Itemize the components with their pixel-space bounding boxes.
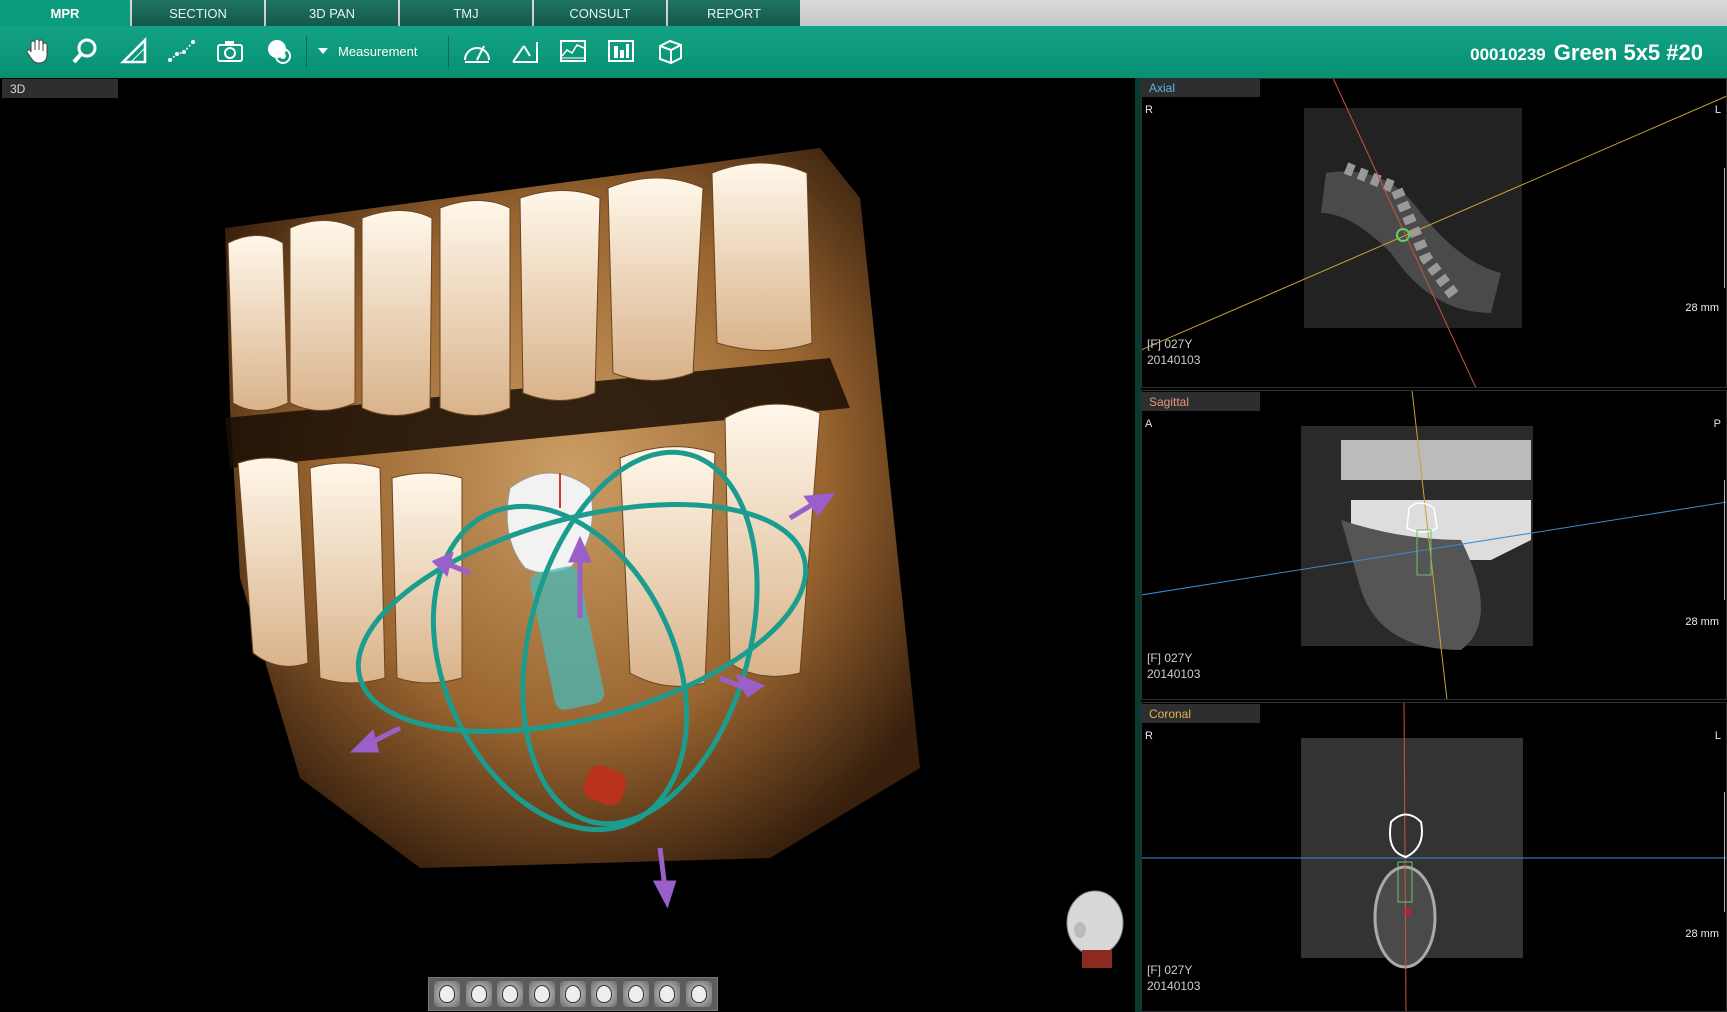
angle-ruler-icon[interactable] — [117, 34, 151, 68]
coronal-scale: 28 mm — [1685, 928, 1719, 940]
tab-consult[interactable]: CONSULT — [534, 0, 666, 26]
view-left-icon[interactable] — [465, 981, 492, 1007]
tab-report[interactable]: REPORT — [668, 0, 800, 26]
coronal-patient-age: [F] 027Y — [1147, 963, 1193, 977]
view-3d[interactable]: 3D — [0, 78, 1135, 1012]
view-bottom-icon[interactable] — [622, 981, 649, 1007]
toolbar-separator — [448, 36, 449, 68]
coronal-study-date: 20140103 — [1147, 979, 1201, 993]
measurement-label: Measurement — [338, 43, 418, 59]
toolbar: Measurement 00010239 Green 5x5 #20 — [0, 26, 1727, 78]
coronal-ruler — [1718, 792, 1725, 912]
patient-info: 00010239 Green 5x5 #20 — [1470, 40, 1703, 66]
tab-mpr[interactable]: MPR — [0, 0, 130, 26]
patient-name: Green 5x5 #20 — [1553, 40, 1703, 65]
sagittal-study-date: 20140103 — [1147, 667, 1201, 681]
measurement-dropdown[interactable]: Measurement — [318, 41, 417, 61]
tab-3d-pan[interactable]: 3D PAN — [266, 0, 398, 26]
axial-study-date: 20140103 — [1147, 353, 1201, 367]
view-left-oblique-icon[interactable] — [528, 981, 555, 1007]
patient-id: 00010239 — [1470, 45, 1546, 64]
axial-info: [F] 027Y 20140103 — [1147, 336, 1200, 368]
chevron-down-icon — [318, 48, 328, 54]
tab-tmj[interactable]: TMJ — [400, 0, 532, 26]
axial-view[interactable]: Axial R L 28 mm [F] 027Y 20140103 — [1141, 78, 1727, 388]
view-back-icon[interactable] — [654, 981, 681, 1007]
zoom-magnifier-icon[interactable] — [68, 34, 102, 68]
3d-render[interactable] — [0, 78, 1135, 1012]
sagittal-image[interactable] — [1141, 390, 1727, 700]
histogram-window-icon[interactable] — [604, 34, 638, 68]
polyline-measure-icon[interactable] — [165, 34, 199, 68]
axial-patient-age: [F] 027Y — [1147, 337, 1193, 351]
tab-section[interactable]: SECTION — [132, 0, 264, 26]
sagittal-view[interactable]: Sagittal A P 28 mm [F] 027Y 20140103 — [1141, 390, 1727, 700]
sagittal-info: [F] 027Y 20140103 — [1147, 650, 1200, 682]
axial-ruler — [1718, 168, 1725, 288]
axial-image[interactable] — [1141, 78, 1727, 388]
view-top-icon[interactable] — [591, 981, 618, 1007]
view-right-icon[interactable] — [497, 981, 524, 1007]
coronal-image[interactable] — [1141, 702, 1727, 1012]
pan-hand-icon[interactable] — [20, 34, 54, 68]
sagittal-scale: 28 mm — [1685, 616, 1719, 628]
sagittal-ruler — [1718, 480, 1725, 600]
toolbar-separator — [306, 36, 307, 68]
coronal-view[interactable]: Coronal R L 28 mm [F] 027Y 20140103 — [1141, 702, 1727, 1012]
coronal-info: [F] 027Y 20140103 — [1147, 962, 1200, 994]
view-orientation-bar — [428, 977, 718, 1011]
density-gauge-icon[interactable] — [460, 34, 494, 68]
view-front-icon[interactable] — [434, 981, 461, 1007]
sagittal-patient-age: [F] 027Y — [1147, 651, 1193, 665]
profile-chart-icon[interactable] — [556, 34, 590, 68]
reset-view-icon[interactable] — [262, 34, 296, 68]
orientation-head-icon[interactable] — [1066, 890, 1124, 968]
tab-bar: MPR SECTION 3D PAN TMJ CONSULT REPORT — [0, 0, 1727, 26]
view-rotate-icon[interactable] — [685, 981, 712, 1007]
cube-volume-icon[interactable] — [653, 34, 687, 68]
view-right-oblique-icon[interactable] — [559, 981, 586, 1007]
camera-capture-icon[interactable] — [213, 34, 247, 68]
angle-measure-icon[interactable] — [508, 34, 542, 68]
axial-scale: 28 mm — [1685, 302, 1719, 314]
